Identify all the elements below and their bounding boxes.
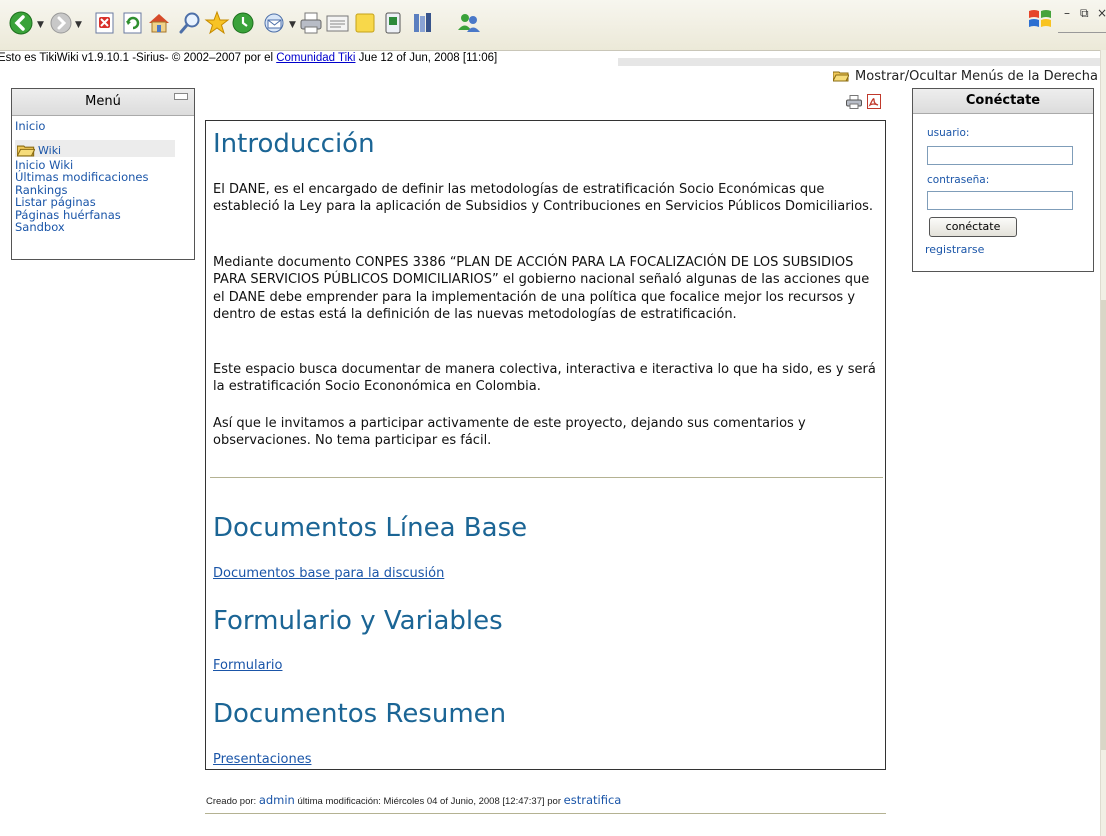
- menu-minimize-icon[interactable]: [174, 93, 188, 100]
- notes-icon[interactable]: [352, 10, 378, 36]
- password-input[interactable]: [927, 191, 1073, 210]
- heading-documentos-resumen: Documentos Resumen: [213, 699, 507, 729]
- link-formulario[interactable]: Formulario: [213, 658, 282, 673]
- status-date: Jue 12 of Jun, 2008 [11:06]: [355, 52, 498, 64]
- menu-title: Menú: [85, 94, 121, 109]
- paragraph-2: Mediante documento CONPES 3386 “PLAN DE …: [213, 255, 870, 322]
- status-bar-fill: [618, 58, 1104, 66]
- menu-list: Inicio Wiki Inicio Wiki Últimas modifica…: [12, 116, 194, 234]
- forward-dropdown-icon[interactable]: ▼: [75, 20, 82, 30]
- home-icon[interactable]: [146, 10, 172, 36]
- menu-item-listar-paginas[interactable]: Listar páginas: [15, 196, 190, 209]
- print-icon[interactable]: [298, 10, 324, 36]
- heading-documentos-linea-base: Documentos Línea Base: [213, 513, 528, 543]
- link-presentaciones[interactable]: Presentaciones: [213, 752, 311, 767]
- register-link[interactable]: registrarse: [925, 243, 984, 256]
- site-status-line: Esto es TikiWiki v1.9.10.1 -Sirius- © 20…: [0, 51, 1106, 66]
- paragraph-3: Este espacio busca documentar de manera …: [213, 362, 876, 395]
- heading-introduccion: Introducción: [213, 129, 375, 159]
- modifier-link[interactable]: estratifica: [564, 793, 622, 807]
- login-button[interactable]: conéctate: [929, 217, 1017, 237]
- browser-toolbar: ▼ ▼ ▼ – ⧉ ×: [0, 0, 1106, 51]
- forward-icon[interactable]: [48, 10, 74, 36]
- divider: [205, 813, 886, 814]
- page-footer: Creado por: admin última modificación: M…: [206, 793, 621, 807]
- refresh-icon[interactable]: [120, 10, 146, 36]
- link-documentos-base[interactable]: Documentos base para la discusión: [213, 566, 444, 581]
- menu-item-sandbox[interactable]: Sandbox: [15, 221, 190, 234]
- messenger-icon[interactable]: [380, 10, 406, 36]
- folder-open-icon: [17, 145, 35, 156]
- stop-icon[interactable]: [92, 10, 118, 36]
- mail-icon[interactable]: [262, 10, 288, 36]
- back-icon[interactable]: [8, 10, 34, 36]
- author-link[interactable]: admin: [259, 793, 295, 807]
- favorites-icon[interactable]: [204, 10, 230, 36]
- heading-formulario-variables: Formulario y Variables: [213, 606, 503, 636]
- contacts-icon[interactable]: [456, 10, 482, 36]
- print-page-icon[interactable]: [846, 95, 862, 109]
- close-icon[interactable]: ×: [1097, 6, 1106, 20]
- menu-section-wiki-label: Wiki: [38, 143, 62, 157]
- username-label: usuario:: [927, 127, 970, 139]
- paragraph-4: Así que le invitamos a participar activa…: [213, 416, 806, 449]
- created-by-label: Creado por:: [206, 796, 259, 807]
- tiki-community-link[interactable]: Comunidad Tiki: [276, 52, 355, 64]
- scrollbar-thumb[interactable]: [1101, 300, 1106, 750]
- menu-item-inicio[interactable]: Inicio: [15, 120, 190, 133]
- wiki-content: Introducción El DANE, es el encargado de…: [205, 120, 886, 770]
- mail-dropdown-icon[interactable]: ▼: [289, 20, 296, 30]
- back-dropdown-icon[interactable]: ▼: [37, 20, 44, 30]
- menu-item-ultimas-modificaciones[interactable]: Últimas modificaciones: [15, 171, 190, 184]
- login-box: Conéctate usuario: contraseña: conéctate…: [912, 88, 1094, 272]
- toggle-right-label: Mostrar/Ocultar Menús de la Derecha: [855, 69, 1098, 84]
- divider: [1058, 32, 1106, 33]
- menu-section-wiki[interactable]: Wiki: [15, 139, 175, 157]
- password-label: contraseña:: [927, 174, 990, 186]
- search-icon[interactable]: [178, 10, 204, 36]
- paragraph-1: El DANE, es el encargado de definir las …: [213, 182, 874, 215]
- username-input[interactable]: [927, 146, 1073, 165]
- edit-icon[interactable]: [324, 10, 350, 36]
- status-prefix: Esto es TikiWiki v1.9.10.1 -Sirius- © 20…: [0, 52, 277, 64]
- history-icon[interactable]: [230, 10, 256, 36]
- pdf-icon[interactable]: [867, 94, 881, 109]
- menu-header: Menú: [12, 89, 194, 116]
- toggle-right-menus[interactable]: Mostrar/Ocultar Menús de la Derecha: [833, 69, 1098, 84]
- restore-icon[interactable]: ⧉: [1080, 6, 1089, 21]
- minimize-icon[interactable]: –: [1064, 6, 1070, 20]
- login-title: Conéctate: [913, 89, 1093, 114]
- modified-label: última modificación: Miércoles 04 of Jun…: [294, 796, 564, 807]
- left-menu: Menú Inicio Wiki Inicio Wiki Últimas mod…: [11, 88, 195, 260]
- windows-logo-icon: [1029, 10, 1051, 27]
- divider: [210, 477, 883, 478]
- folder-icon: [833, 71, 850, 82]
- research-icon[interactable]: [410, 10, 436, 36]
